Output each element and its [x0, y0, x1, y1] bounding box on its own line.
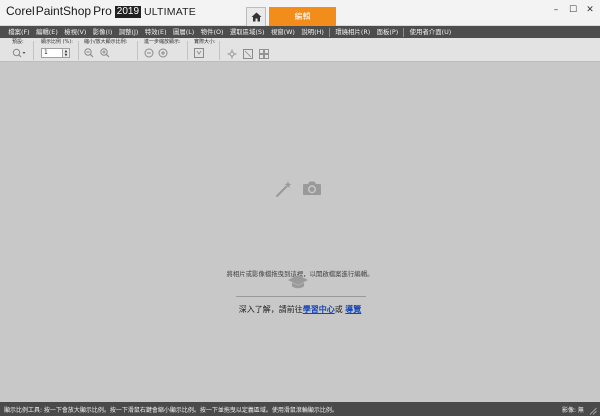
toolbar-separator — [137, 41, 138, 60]
zoom-step-label: 進一步縮放顯示: — [144, 39, 181, 45]
menu-adjust[interactable]: 調整(J) — [116, 26, 142, 38]
maximize-button[interactable]: ☐ — [566, 3, 580, 17]
magic-wand-icon — [275, 181, 292, 198]
fit-window-button[interactable] — [243, 49, 253, 59]
tool-options-bar: 預設: 顯示比例 (%): 1 ▲ ▼ 縮小/放大顯示比例: 進一步縮放顯示: … — [0, 38, 600, 62]
status-text: 顯示比例工具: 按一下會放大顯示比例。按一下滑鼠右鍵會縮小顯示比例。按一下並拖曳… — [4, 407, 338, 414]
minimize-icon: – — [553, 5, 559, 15]
zoom-inout-label: 縮小/放大顯示比例: — [84, 39, 128, 45]
zoom-in-icon — [100, 48, 110, 58]
actual-size-label: 實際大小: — [194, 39, 216, 45]
home-icon — [251, 12, 261, 22]
app-logo: Corel PaintShop Pro 2019 ULTIMATE — [6, 4, 196, 22]
title-bar: Corel PaintShop Pro 2019 ULTIMATE 編輯 – ☐… — [0, 0, 600, 26]
logo-corel: Corel — [6, 4, 35, 18]
divider — [236, 296, 366, 297]
zoom-percent-stepper[interactable]: ▲ ▼ — [63, 48, 70, 58]
menu-edit[interactable]: 編輯(E) — [33, 26, 61, 38]
toolbar-separator — [33, 41, 34, 60]
menu-objects[interactable]: 物件(O) — [197, 26, 226, 38]
edit-tab[interactable]: 編輯 — [269, 7, 336, 26]
logo-paintshop: PaintShop — [35, 4, 92, 18]
learn-more-line: 深入了解，請前往學習中心或 導覽 — [0, 304, 600, 315]
pan-button[interactable] — [227, 49, 237, 59]
resize-grip-icon[interactable] — [589, 407, 597, 415]
menu-effects[interactable]: 特效(E) — [142, 26, 170, 38]
step-zoom-in-button[interactable] — [158, 48, 168, 58]
fit-image-button[interactable] — [259, 49, 269, 59]
menu-file[interactable]: 檔案(F) — [5, 26, 33, 38]
close-button[interactable]: ✕ — [583, 3, 597, 17]
move-icon — [227, 49, 237, 59]
menu-panorama[interactable]: 環繞相片(R) — [332, 26, 373, 38]
home-tab[interactable] — [246, 7, 266, 26]
guide-link[interactable]: 導覽 — [345, 304, 361, 314]
toolbar-separator — [187, 41, 188, 60]
toolbar-separator — [78, 41, 79, 60]
graduation-cap-icon — [288, 275, 308, 289]
actual-size-button[interactable] — [194, 48, 205, 58]
zoom-preset-icon — [12, 48, 26, 58]
actual-size-group: 實際大小: — [194, 39, 216, 58]
zoom-step-group: 進一步縮放顯示: — [144, 39, 181, 58]
circle-minus-icon — [144, 48, 154, 58]
maximize-icon: ☐ — [568, 5, 578, 15]
learn-or: 或 — [334, 305, 343, 314]
menu-help[interactable]: 說明(H) — [298, 26, 327, 38]
menu-separator — [403, 27, 405, 37]
toolbar-separator — [219, 41, 220, 60]
extra-tools-group — [227, 49, 269, 59]
menu-image[interactable]: 影像(I) — [90, 26, 116, 38]
workspace-drop-area[interactable]: 將相片或影像檔拖曳到這裡，以開啟檔案進行編輯。 深入了解，請前往學習中心或 導覽 — [0, 62, 600, 402]
learning-center-link[interactable]: 學習中心 — [303, 304, 335, 314]
zoom-percent-group: 顯示比例 (%): 1 ▲ ▼ — [41, 39, 73, 58]
menu-palettes[interactable]: 面板(P) — [373, 26, 401, 38]
menu-layers[interactable]: 圖層(L) — [170, 26, 198, 38]
zoom-out-icon — [84, 48, 94, 58]
step-zoom-out-button[interactable] — [144, 48, 154, 58]
preset-dropdown[interactable] — [12, 48, 26, 58]
menu-selections[interactable]: 選取區域(S) — [227, 26, 268, 38]
logo-pro: Pro — [93, 4, 112, 18]
preset-label: 預設: — [12, 39, 24, 45]
menu-view[interactable]: 檢視(V) — [61, 26, 90, 38]
menu-separator — [329, 27, 331, 37]
camera-icon — [303, 181, 321, 195]
actual-size-icon — [194, 48, 204, 58]
zoom-inout-group: 縮小/放大顯示比例: — [84, 39, 127, 58]
circle-plus-icon — [158, 48, 168, 58]
fit-image-icon — [259, 49, 269, 59]
learn-prefix: 深入了解，請前往 — [238, 305, 303, 314]
zoom-in-button[interactable] — [100, 48, 110, 58]
status-image-info: 影像: 無 — [562, 407, 584, 414]
fit-window-icon — [243, 49, 253, 59]
zoom-percent-input[interactable]: 1 — [41, 48, 63, 58]
stepper-down-icon: ▼ — [64, 53, 68, 57]
preset-group: 預設: — [12, 39, 26, 58]
zoom-percent-label: 顯示比例 (%): — [41, 39, 73, 45]
minimize-button[interactable]: – — [549, 3, 563, 17]
zoom-out-button[interactable] — [84, 48, 94, 58]
menu-bar: 檔案(F) 編輯(E) 檢視(V) 影像(I) 調整(J) 特效(E) 圖層(L… — [0, 26, 600, 38]
logo-year: 2019 — [114, 6, 142, 18]
logo-edition: ULTIMATE — [144, 6, 196, 18]
status-bar: 顯示比例工具: 按一下會放大顯示比例。按一下滑鼠右鍵會縮小顯示比例。按一下並拖曳… — [0, 402, 600, 416]
menu-window[interactable]: 視窗(W) — [268, 26, 298, 38]
close-icon: ✕ — [586, 5, 594, 15]
menu-user-interface[interactable]: 使用者介面(U) — [406, 26, 454, 38]
